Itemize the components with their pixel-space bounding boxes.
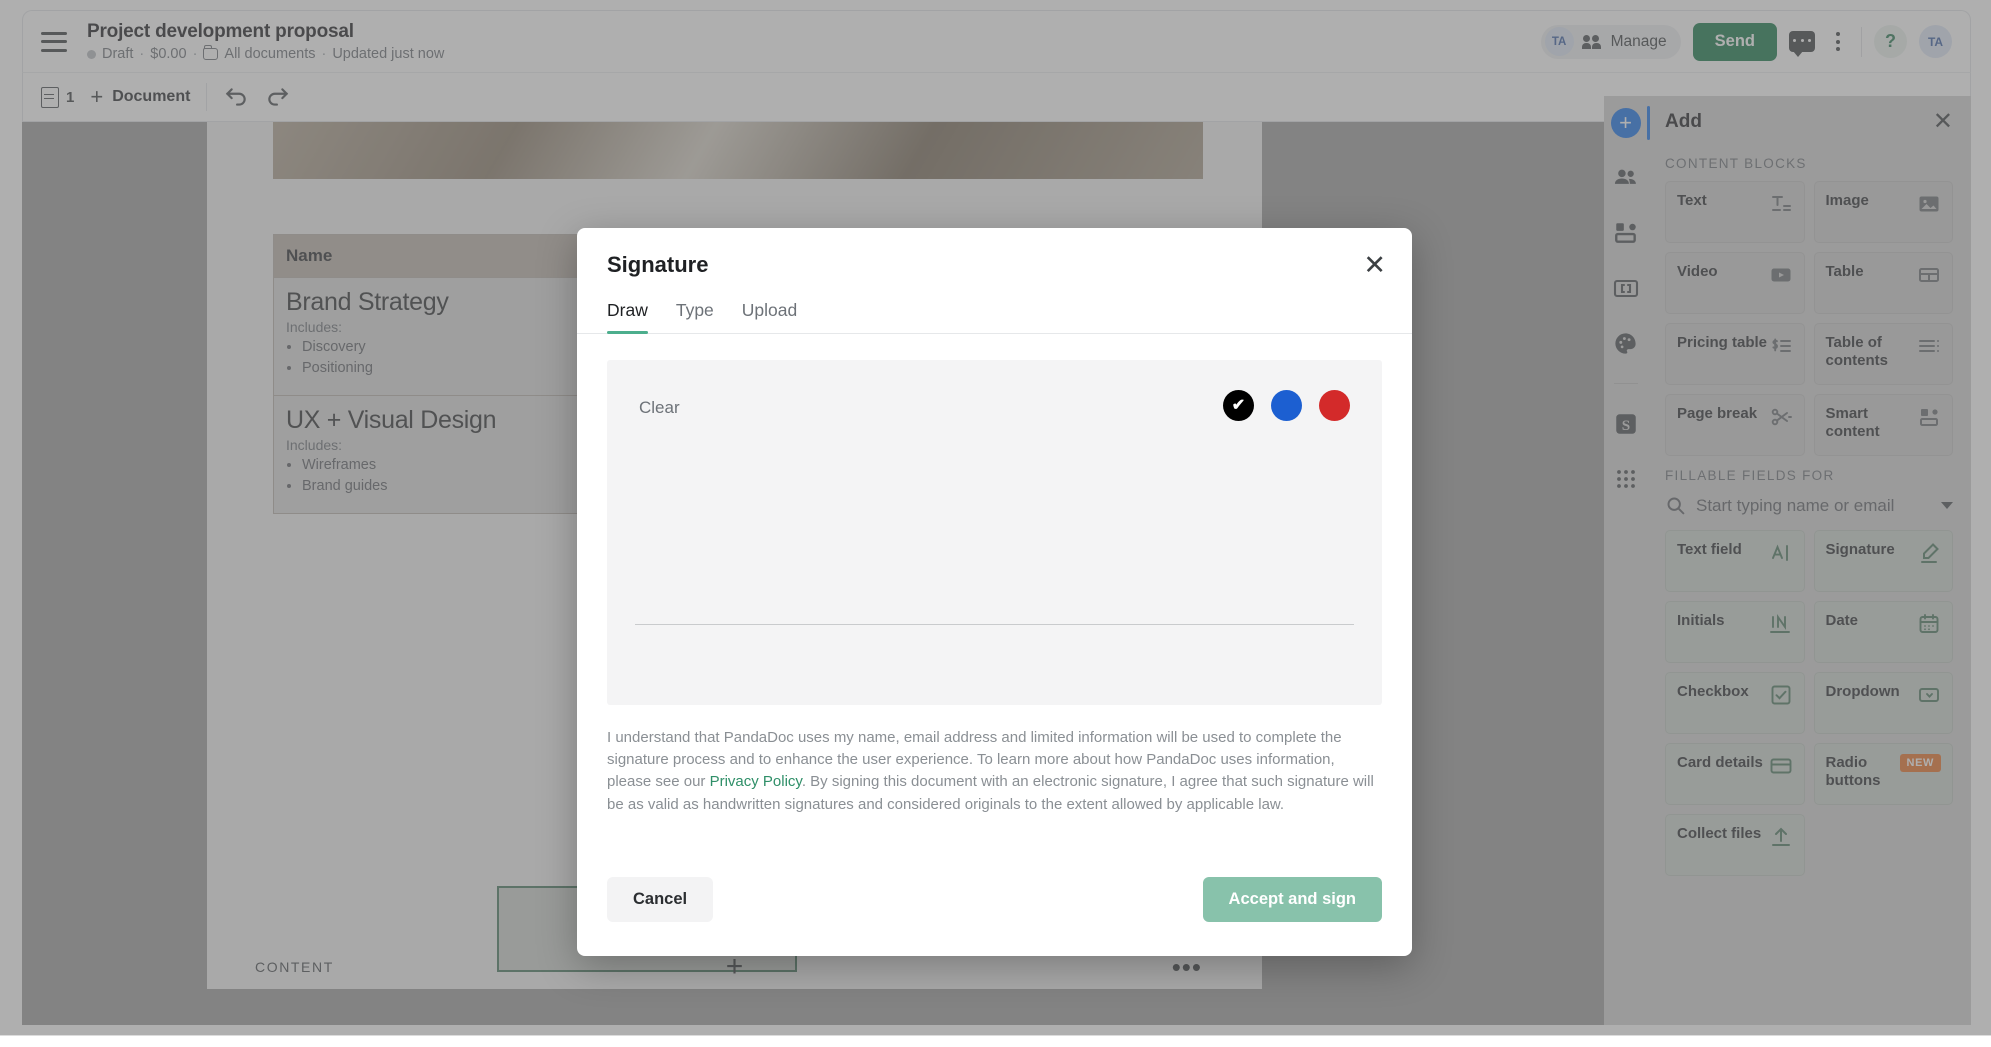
modal-header: Signature ✕ (577, 228, 1412, 278)
close-icon[interactable]: ✕ (1363, 252, 1386, 279)
legal-disclaimer: I understand that PandaDoc uses my name,… (607, 727, 1382, 816)
modal-footer: Cancel Accept and sign (577, 877, 1412, 956)
accept-and-sign-button[interactable]: Accept and sign (1203, 877, 1382, 922)
app-root: Project development proposal Draft · $0.… (0, 0, 1991, 1047)
color-swatch-red[interactable] (1319, 390, 1350, 421)
color-swatch-blue[interactable] (1271, 390, 1302, 421)
tab-upload[interactable]: Upload (742, 300, 797, 333)
tab-type[interactable]: Type (676, 300, 714, 333)
cancel-button[interactable]: Cancel (607, 877, 713, 922)
check-icon: ✔ (1232, 398, 1245, 414)
tab-draw[interactable]: Draw (607, 300, 648, 333)
color-swatch-black[interactable]: ✔ (1223, 390, 1254, 421)
signature-tabs: Draw Type Upload (577, 278, 1412, 334)
clear-button[interactable]: Clear (639, 398, 680, 418)
signature-baseline (635, 624, 1354, 626)
privacy-policy-link[interactable]: Privacy Policy (710, 773, 802, 790)
color-swatches: ✔ (1223, 390, 1350, 421)
window-bottom-strip (0, 1035, 1991, 1047)
signature-modal: Signature ✕ Draw Type Upload Clear ✔ I u… (577, 228, 1412, 956)
signature-draw-canvas[interactable]: Clear ✔ (607, 360, 1382, 705)
modal-title: Signature (607, 252, 1382, 278)
